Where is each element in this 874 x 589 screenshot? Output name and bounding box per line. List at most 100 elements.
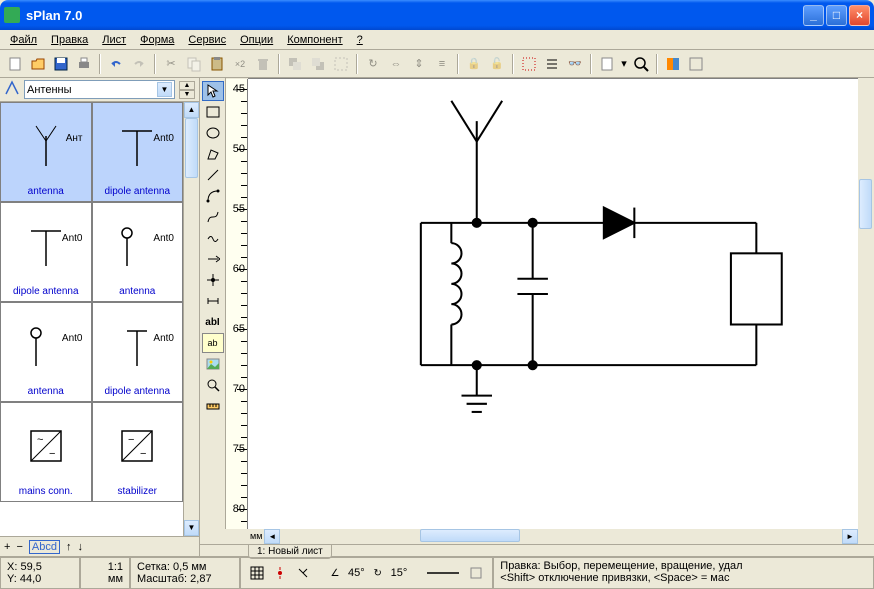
library-panel: Антенны ▼ ▲▼ АнтantennaAnt0dipole antenn… — [0, 78, 200, 556]
undo-button[interactable] — [105, 53, 127, 75]
lib-down-icon[interactable]: ↓ — [77, 541, 83, 553]
svg-text:~: ~ — [37, 434, 43, 446]
snap-button[interactable] — [518, 53, 540, 75]
horizontal-scrollbar[interactable]: ◄ ► — [264, 529, 858, 544]
maximize-button[interactable]: □ — [826, 5, 847, 26]
lib-add-icon[interactable]: + — [4, 541, 10, 553]
library-cell[interactable]: Антantenna — [0, 102, 92, 202]
status-hint2: <Shift> отключение привязки, <Space> = м… — [500, 572, 867, 584]
line-style-button[interactable] — [423, 563, 463, 583]
color2-button[interactable] — [685, 53, 707, 75]
color1-button[interactable] — [662, 53, 684, 75]
status-angle2: 15° — [391, 567, 408, 579]
status-angle1: 45° — [348, 567, 365, 579]
minimize-button[interactable]: _ — [803, 5, 824, 26]
library-cell[interactable]: Ant0dipole antenna — [92, 302, 184, 402]
menu-file[interactable]: Файл — [4, 32, 43, 48]
lib-up-icon[interactable]: ↑ — [66, 541, 72, 553]
rect-tool[interactable] — [202, 102, 224, 122]
find-button[interactable]: 👓 — [564, 53, 586, 75]
status-y: Y: 44,0 — [7, 573, 73, 585]
open-button[interactable] — [27, 53, 49, 75]
copy-button[interactable] — [183, 53, 205, 75]
align-button[interactable]: ≡ — [431, 53, 453, 75]
snap-toggle-button[interactable] — [270, 563, 290, 583]
textblock-tool[interactable]: ab — [202, 333, 224, 353]
fill-style-button[interactable] — [466, 563, 486, 583]
status-grid: Сетка: 0,5 мм — [137, 561, 233, 573]
duplicate-button[interactable]: ×2 — [229, 53, 251, 75]
junction-tool[interactable] — [202, 270, 224, 290]
cut-button[interactable]: ✂ — [160, 53, 182, 75]
zoom-tool[interactable] — [202, 375, 224, 395]
menu-edit[interactable]: Правка — [45, 32, 94, 48]
library-footer: + − Abcd ↑ ↓ — [0, 536, 199, 556]
menu-form[interactable]: Форма — [134, 32, 180, 48]
status-ratio: 1:1 — [87, 561, 123, 573]
library-cell[interactable]: −−stabilizer — [92, 402, 184, 502]
back-button[interactable] — [307, 53, 329, 75]
close-button[interactable]: × — [849, 5, 870, 26]
list-button[interactable] — [541, 53, 563, 75]
vertical-ruler: 4550556065707580 — [226, 79, 248, 529]
dimension-tool[interactable] — [202, 291, 224, 311]
status-scale: Масштаб: 2,87 — [137, 573, 233, 585]
group-button[interactable] — [330, 53, 352, 75]
library-cell[interactable]: Ant0antenna — [92, 202, 184, 302]
print-button[interactable] — [73, 53, 95, 75]
save-button[interactable] — [50, 53, 72, 75]
lib-remove-icon[interactable]: − — [16, 541, 22, 553]
front-button[interactable] — [284, 53, 306, 75]
library-combo-text: Антенны — [27, 84, 157, 96]
curve-tool[interactable] — [202, 186, 224, 206]
paste-button[interactable] — [206, 53, 228, 75]
unlock-button[interactable]: 🔓 — [486, 53, 508, 75]
status-unit: мм — [87, 573, 123, 585]
page-dd-button[interactable]: ▾ — [619, 53, 629, 75]
canvas[interactable] — [248, 79, 858, 529]
menu-options[interactable]: Опции — [234, 32, 279, 48]
menu-help[interactable]: ? — [351, 32, 369, 48]
library-cell[interactable]: ~−mains conn. — [0, 402, 92, 502]
status-hint1: Правка: Выбор, перемещение, вращение, уд… — [500, 560, 867, 572]
text-tool[interactable]: abI — [202, 312, 224, 332]
angle-button[interactable]: ∠ — [325, 563, 345, 583]
library-cell[interactable]: Ant0dipole antenna — [0, 202, 92, 302]
svg-text:−: − — [128, 434, 134, 446]
measure-tool[interactable] — [202, 396, 224, 416]
library-combo[interactable]: Антенны ▼ — [24, 80, 175, 99]
lib-abcd-button[interactable]: Abcd — [29, 540, 60, 554]
new-button[interactable] — [4, 53, 26, 75]
poly-tool[interactable] — [202, 144, 224, 164]
circle-tool[interactable] — [202, 123, 224, 143]
flip-h-button[interactable]: ⇔ — [385, 53, 407, 75]
page-button[interactable] — [596, 53, 618, 75]
connection-tool[interactable] — [202, 249, 224, 269]
bezier-tool[interactable] — [202, 207, 224, 227]
delete-button[interactable] — [252, 53, 274, 75]
statusbar: X: 59,5 Y: 44,0 1:1 мм Сетка: 0,5 мм Мас… — [0, 556, 874, 589]
library-spinner[interactable]: ▲▼ — [179, 81, 195, 99]
rotate-button[interactable]: ↻ — [362, 53, 384, 75]
library-scrollbar[interactable]: ▲ ▼ — [183, 102, 199, 536]
freehand-tool[interactable] — [202, 228, 224, 248]
menu-page[interactable]: Лист — [96, 32, 132, 48]
grid-toggle-button[interactable] — [247, 563, 267, 583]
pointer-tool[interactable] — [202, 81, 224, 101]
line-tool[interactable] — [202, 165, 224, 185]
menu-component[interactable]: Компонент — [281, 32, 348, 48]
rotate-angle-button[interactable]: ↻ — [368, 563, 388, 583]
combo-arrow-icon[interactable]: ▼ — [157, 82, 172, 97]
flip-v-button[interactable]: ⇕ — [408, 53, 430, 75]
app-icon — [4, 7, 20, 23]
lib-icon[interactable] — [4, 80, 20, 99]
rubber-toggle-button[interactable] — [293, 563, 313, 583]
vertical-scrollbar[interactable] — [858, 79, 874, 529]
redo-button[interactable] — [128, 53, 150, 75]
image-tool[interactable] — [202, 354, 224, 374]
library-cell[interactable]: Ant0antenna — [0, 302, 92, 402]
lock-button[interactable]: 🔒 — [463, 53, 485, 75]
menu-service[interactable]: Сервис — [182, 32, 232, 48]
zoom-button[interactable] — [630, 53, 652, 75]
library-cell[interactable]: Ant0dipole antenna — [92, 102, 184, 202]
